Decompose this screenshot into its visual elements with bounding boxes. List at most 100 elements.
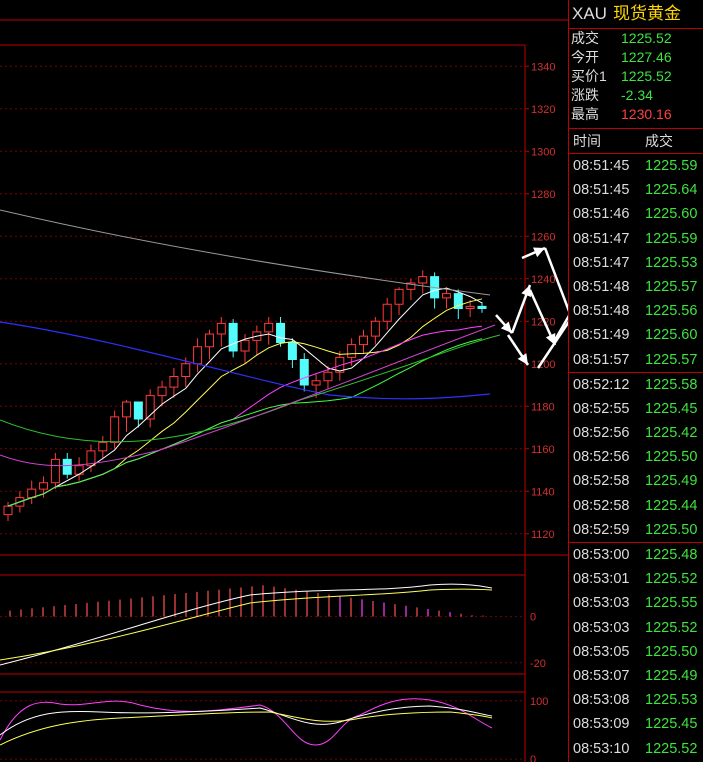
tick-row: 08:51:47 1225.59 xyxy=(569,227,703,251)
tick-price: 1225.44 xyxy=(645,497,698,514)
candle-body xyxy=(465,305,475,309)
tick-row: 08:53:05 1225.50 xyxy=(569,640,703,664)
tick-row: 08:51:49 1225.60 xyxy=(569,323,703,347)
tick-price: 1225.56 xyxy=(645,303,698,320)
tick-price: 1225.50 xyxy=(645,521,698,538)
price-tick-label: 1240 xyxy=(531,274,555,286)
price-tick-label: 1160 xyxy=(531,444,555,456)
tick-price: 1225.53 xyxy=(645,254,698,271)
kline-chart-svg[interactable]: 1120114011601180120012201240126012801300… xyxy=(0,0,568,762)
tick-header-time: 时间 xyxy=(573,133,601,149)
tick-time: 08:53:08 xyxy=(573,692,630,709)
candle-body xyxy=(122,401,131,418)
tick-row: 08:53:07 1225.49 xyxy=(569,664,703,688)
quote-label: 今开 xyxy=(571,49,599,65)
candle-body xyxy=(370,320,380,337)
candle-body xyxy=(382,303,392,322)
quote-row: 最高 1230.16 xyxy=(569,105,703,124)
tick-price: 1225.60 xyxy=(645,327,698,344)
price-tick-label: 1180 xyxy=(531,401,555,413)
tick-row: 08:53:03 1225.55 xyxy=(569,591,703,615)
tick-time: 08:52:12 xyxy=(573,376,630,393)
quote-row: 成交 1225.52 xyxy=(569,29,703,48)
tick-price: 1225.50 xyxy=(645,449,698,466)
tick-time: 08:53:00 xyxy=(573,547,630,563)
tick-time: 08:51:46 xyxy=(573,206,630,223)
symbol-name: 现货黄金 xyxy=(612,4,681,23)
macd-dif-line xyxy=(0,583,493,666)
candle-body xyxy=(228,322,238,352)
price-tick-label: 1120 xyxy=(531,529,555,541)
symbol-code: XAU xyxy=(572,4,607,23)
tick-price: 1225.55 xyxy=(645,595,698,612)
quote-row: 买价1 1225.52 xyxy=(569,67,703,86)
candle-body xyxy=(418,276,428,284)
candle-body xyxy=(133,401,143,420)
tick-time: 08:51:45 xyxy=(573,182,630,199)
kdj-tick-label: 0 xyxy=(530,754,536,762)
candle-body xyxy=(323,371,333,382)
tick-row: 08:53:03 1225.52 xyxy=(569,616,703,640)
price-tick-label: 1280 xyxy=(531,189,555,201)
tick-time: 08:53:01 xyxy=(573,571,630,588)
tick-price: 1225.59 xyxy=(645,158,698,174)
candle-body xyxy=(347,344,357,358)
tick-time: 08:51:48 xyxy=(573,303,630,320)
candle-body xyxy=(157,386,167,397)
tick-time: 08:53:10 xyxy=(573,740,630,757)
tick-row: 08:53:10 1225.52 xyxy=(569,737,703,761)
quote-panel: XAU 现货黄金 成交 1225.52 今开 1227.46 买价1 1225.52 涨跌 -2… xyxy=(568,0,703,762)
tick-time: 08:52:58 xyxy=(573,497,630,514)
price-tick-label: 1340 xyxy=(531,61,555,73)
tick-list[interactable]: 08:51:45 1225.59 08:51:45 1225.64 08:51:46 12… xyxy=(569,154,703,761)
candle-body xyxy=(441,293,451,299)
quote-label: 涨跌 xyxy=(571,87,599,103)
quote-label: 买价1 xyxy=(571,68,607,84)
tick-row: 08:53:09 1225.45 xyxy=(569,712,703,736)
tick-row: 08:53:00 1225.48 xyxy=(569,542,703,567)
candle-body xyxy=(311,380,321,386)
price-tick-label: 1260 xyxy=(531,231,555,243)
symbol-header: XAU 现货黄金 xyxy=(569,0,703,29)
candle-body xyxy=(181,363,191,377)
candle-body xyxy=(169,376,179,388)
tick-price: 1225.57 xyxy=(645,278,698,295)
tick-row: 08:52:12 1225.58 xyxy=(569,371,703,397)
tick-row: 08:51:46 1225.60 xyxy=(569,202,703,226)
price-tick-label: 1320 xyxy=(531,104,555,116)
candle-body xyxy=(276,322,286,343)
kdj-tick-label: 100 xyxy=(530,696,548,708)
macd-dea-line xyxy=(0,588,493,661)
tick-price: 1225.49 xyxy=(645,473,698,490)
candle-body xyxy=(3,505,13,516)
tick-header-price: 成交 xyxy=(645,133,673,149)
quote-value: 1225.52 xyxy=(621,30,672,46)
quote-row: 今开 1227.46 xyxy=(569,48,703,67)
tick-row: 08:53:01 1225.52 xyxy=(569,567,703,591)
quote-value: -2.34 xyxy=(621,87,653,103)
tick-price: 1225.45 xyxy=(645,400,698,417)
tick-price: 1225.60 xyxy=(645,206,698,223)
quote-label: 最高 xyxy=(571,106,599,122)
tick-row: 08:51:45 1225.59 xyxy=(569,154,703,178)
tick-time: 08:51:49 xyxy=(573,327,630,344)
candle-body xyxy=(193,346,203,365)
candle-body xyxy=(477,305,487,309)
tick-time: 08:52:56 xyxy=(573,449,630,466)
kdj-k-line xyxy=(0,705,493,736)
candle-body xyxy=(287,342,297,360)
tick-row: 08:51:48 1225.57 xyxy=(569,275,703,299)
tick-price: 1225.52 xyxy=(645,619,698,636)
candle-body xyxy=(359,335,368,346)
kdj-j-line xyxy=(0,698,493,746)
tick-price: 1225.57 xyxy=(645,351,698,368)
tick-price: 1225.48 xyxy=(645,547,698,563)
kline-chart[interactable]: 1120 1140 1160 1180 1200 1220 1240 1260 1280 1300… xyxy=(0,0,568,762)
tick-time: 08:53:05 xyxy=(573,643,630,660)
macd-tick-label: 0 xyxy=(530,612,536,624)
candle-body xyxy=(264,322,274,333)
tick-price: 1225.45 xyxy=(645,716,698,733)
quote-row: 涨跌 -2.34 xyxy=(569,86,703,105)
tick-time: 08:53:09 xyxy=(573,716,630,733)
tick-row: 08:52:58 1225.49 xyxy=(569,469,703,493)
